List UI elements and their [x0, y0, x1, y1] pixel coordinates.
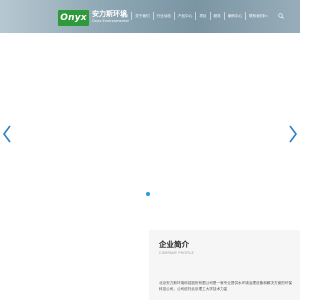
- language-switch[interactable]: En: [263, 12, 268, 20]
- nav-item-about[interactable]: 关于我们: [132, 12, 154, 20]
- hero-slider: [0, 33, 300, 203]
- section-title: 企业简介: [159, 240, 189, 249]
- chevron-right-icon[interactable]: [288, 125, 298, 143]
- nav-item-home[interactable]: 首页: [118, 12, 133, 20]
- chevron-left-icon[interactable]: [2, 125, 12, 143]
- slider-dot-active[interactable]: [146, 192, 150, 196]
- nav-item-products[interactable]: 产品中心: [175, 12, 197, 20]
- search-icon[interactable]: [278, 13, 284, 19]
- section-subtitle: COMPANY PROFILE: [159, 251, 194, 255]
- main-nav: 首页 关于我们 行业动态 产品中心 项目 服务 案例中心 联系我们: [118, 12, 266, 20]
- nav-item-services[interactable]: 服务: [211, 12, 225, 20]
- nav-item-cases[interactable]: 案例中心: [225, 12, 247, 20]
- nav-item-news[interactable]: 行业动态: [154, 12, 175, 20]
- logo-mark: Onyx: [58, 10, 89, 26]
- nav-item-projects[interactable]: 项目: [196, 12, 211, 20]
- profile-description: 北京安力斯环境科技股份有限公司是一家专业提供水环境治理设备和解决方案的环保科技公…: [159, 281, 292, 292]
- top-header: Onyx 安力斯环境 Onyx Environmental 首页 关于我们 行业…: [0, 0, 300, 33]
- company-profile-section: 企业简介 COMPANY PROFILE 北京安力斯环境科技股份有限公司是一家专…: [149, 230, 300, 300]
